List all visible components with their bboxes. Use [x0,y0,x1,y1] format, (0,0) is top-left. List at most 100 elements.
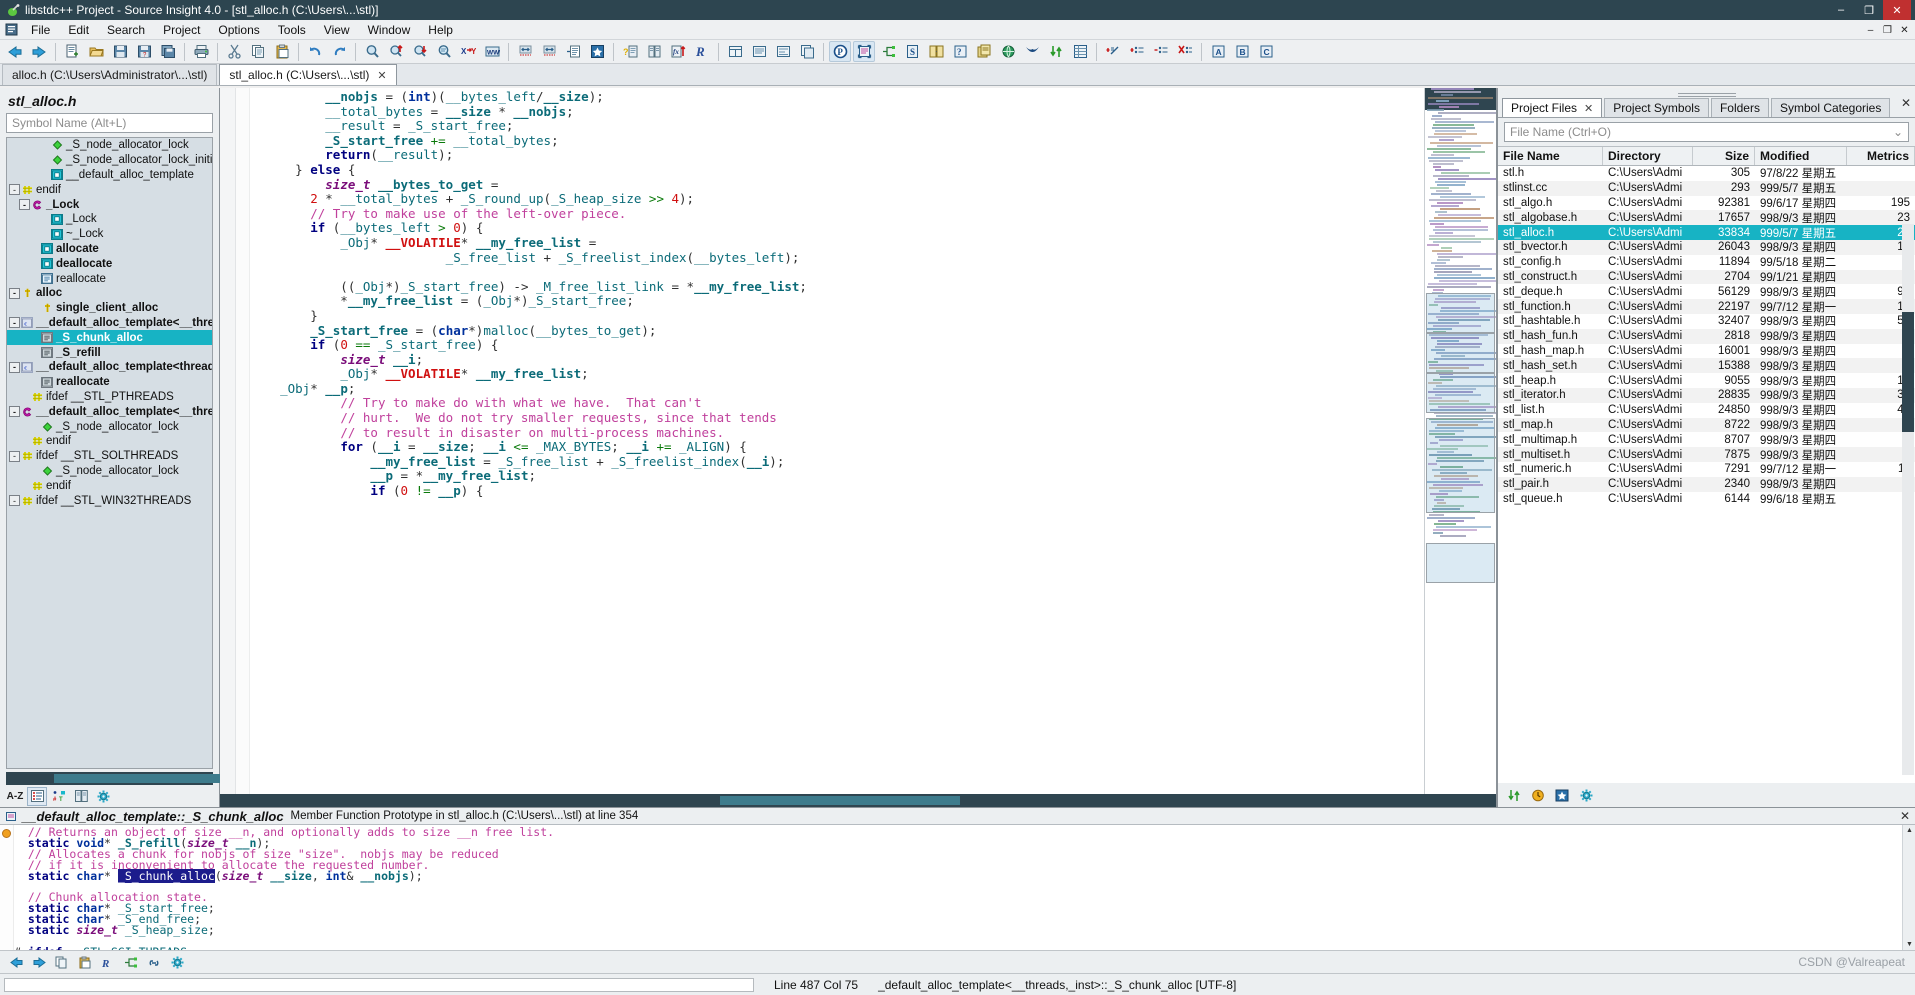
relation-button[interactable] [121,953,141,972]
copy-icon[interactable] [247,41,269,62]
scroll-thumb[interactable] [720,796,960,805]
symbol-tree-item[interactable]: _S_refill [7,345,212,360]
minimap-viewport-box[interactable] [1426,418,1495,513]
collapse-toggle-icon[interactable]: - [19,199,30,211]
table-row[interactable]: stl_config.h C:\Users\Admi 11894 99/5/18 星期… [1498,255,1915,270]
find-icon[interactable] [361,41,383,62]
scroll-up-icon[interactable]: ▲ [1906,827,1913,834]
collapse-toggle-icon[interactable]: - [9,450,20,462]
save-icon[interactable] [109,41,131,62]
symbol-tree-item[interactable]: ifdef __STL_PTHREADS [7,390,212,405]
settings-button[interactable] [167,953,187,972]
find-previous-icon[interactable] [385,41,407,62]
context-panel-close-icon[interactable]: ✕ [1900,809,1910,823]
numbered-view-button[interactable]: # T [49,787,69,806]
symbol-tree-item[interactable]: - ifdef __STL_WIN32THREADS [7,493,212,508]
collapse-toggle-icon[interactable]: - [9,184,20,196]
back-arrow-icon[interactable] [4,41,26,62]
table-row[interactable]: stl_multiset.h C:\Users\Admi 7875 998/9/3 星… [1498,447,1915,462]
new-file-icon[interactable] [61,41,83,62]
function-jump-icon[interactable]: fx [667,41,689,62]
context-vscrollbar[interactable]: ▲ ▼ [1902,825,1915,950]
symbol-info-icon[interactable]: S [901,41,923,62]
sync-icon[interactable] [1045,41,1067,62]
symbol-tree-item[interactable]: - c __default_alloc_template<threads, [7,360,212,375]
mdi-restore-button[interactable]: ❐ [1879,22,1896,38]
indent-right-icon[interactable] [538,41,560,62]
table-row[interactable]: stl_hash_set.h C:\Users\Admi 15388 998/9/3 … [1498,358,1915,374]
tile-windows-icon[interactable] [724,41,746,62]
symbol-tree-item[interactable]: -c __default_alloc_template<__threads, [7,316,212,331]
symbol-tree-item[interactable]: single_client_alloc [7,301,212,316]
table-row[interactable]: stl_construct.h C:\Users\Admi 2704 99/1/21 … [1498,269,1915,285]
clear-list-icon[interactable] [1174,41,1196,62]
duplicate-window-icon[interactable] [796,41,818,62]
tab-symbol-categories[interactable]: Symbol Categories [1770,98,1891,117]
table-row[interactable]: stl_hash_map.h C:\Users\Admi 16001 998/9/3 … [1498,344,1915,359]
minimize-button[interactable]: – [1827,0,1855,20]
add-bookmark-icon[interactable] [1102,41,1124,62]
tab-folders[interactable]: Folders [1710,98,1769,117]
browse-book-icon[interactable] [643,41,665,62]
table-row[interactable]: stl_function.h C:\Users\Admi 22197 99/7/12 … [1498,299,1915,314]
panel-a-icon[interactable]: A [1207,41,1229,62]
highlight-word-icon[interactable]: ? [619,41,641,62]
table-row[interactable]: stl_queue.hC:\Users\Admi614499/6/18 星期五6 [1498,492,1915,507]
menu-tools[interactable]: Tools [269,21,315,39]
column-header-size[interactable]: Size [1693,147,1755,165]
table-row[interactable]: stl_map.h C:\Users\Admi 8722 998/9/3 星期四 [1498,417,1915,433]
symbol-tree-item[interactable]: - __default_alloc_template<__thread [7,404,212,419]
clock-button[interactable] [1528,786,1548,805]
clip-window-icon[interactable] [973,41,995,62]
save-as-icon[interactable]: ? [133,41,155,62]
list-view-button[interactable] [27,786,47,806]
jump-button[interactable]: R [98,953,118,972]
table-row[interactable]: stl_heap.hC:\Users\Admi9055998/9/3 星期四12 [1498,373,1915,388]
column-header-modified[interactable]: Modified [1755,147,1847,165]
table-row[interactable]: stl.h C:\Users\Admi 305 97/8/22 星期五 [1498,166,1915,181]
project-panel-close-icon[interactable]: ✕ [1901,96,1911,110]
table-row[interactable]: stl_hash_fun.h C:\Users\Admi 2818 998/9/3 星… [1498,328,1915,344]
settings-button[interactable] [93,787,113,806]
table-row[interactable]: stl_hashtable.h C:\Users\Admi 32407 998/9/3… [1498,314,1915,329]
browse-button[interactable] [71,787,91,806]
copy-button[interactable] [52,953,72,972]
mdi-close-button[interactable]: ✕ [1896,22,1913,38]
editor-code-area[interactable]: __nobjs = (int)(__bytes_left/__size); __… [250,88,1424,794]
file-compare-icon[interactable] [925,41,947,62]
editor-fold-gutter[interactable] [236,88,250,794]
panel-c-icon[interactable]: C [1255,41,1277,62]
symbol-tree-item[interactable]: _S_node_allocator_lock_initialized [7,153,212,168]
column-header-file-name[interactable]: File Name [1498,147,1603,165]
collapse-toggle-icon[interactable]: - [9,406,20,418]
table-row[interactable]: stl_list.hC:\Users\Admi24850998/9/3 星期四4… [1498,403,1915,418]
scroll-thumb[interactable] [1902,312,1914,432]
mdi-minimize-button[interactable]: – [1862,22,1879,38]
symbol-search-input[interactable]: Symbol Name (Alt+L) [6,113,213,133]
call-tree-icon[interactable] [877,41,899,62]
indent-left-icon[interactable] [514,41,536,62]
menu-search[interactable]: Search [98,21,154,39]
minimap-viewport-box[interactable] [1426,293,1495,333]
find-in-files-icon[interactable] [433,41,455,62]
symbol-tree-item[interactable]: __default_alloc_template [7,168,212,183]
menu-window[interactable]: Window [359,21,420,39]
preferences-icon[interactable]: ? [949,41,971,62]
tab-project-symbols[interactable]: Project Symbols [1604,98,1709,117]
editor-hscrollbar[interactable] [220,794,1496,807]
column-header-metrics[interactable]: Metrics [1847,147,1915,165]
find-web-icon[interactable]: WWW [481,41,503,62]
bird-icon[interactable] [1021,41,1043,62]
open-folder-icon[interactable] [85,41,107,62]
context-code-area[interactable]: // Returns an object of size __n, and op… [14,825,1902,950]
sync-button[interactable] [1504,786,1524,805]
symbol-tree-item[interactable]: reallocate [7,271,212,286]
forward-arrow-icon[interactable] [28,41,50,62]
table-row[interactable]: stlinst.cc C:\Users\Admi 293 999/5/7 星期五 [1498,180,1915,196]
symbol-tree-item[interactable]: - _Lock [7,197,212,212]
document-tab-stl-alloc-h[interactable]: stl_alloc.h (C:\Users\...\stl) ✕ [219,64,397,85]
link-button[interactable] [144,953,164,972]
project-files-table[interactable]: File Name Directory Size Modified Metric… [1498,146,1915,783]
table-row[interactable]: stl_deque.h C:\Users\Admi 56129 998/9/3 星期四… [1498,284,1915,299]
menu-view[interactable]: View [315,21,359,39]
